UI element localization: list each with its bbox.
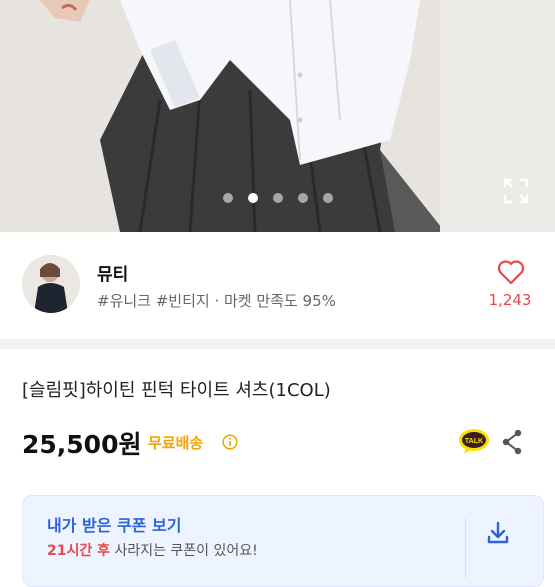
carousel-dot[interactable] [273,193,283,203]
coupon-subtitle-text: 사라지는 쿠폰이 있어요! [110,543,258,559]
product-title: [슬림핏]하이틴 핀턱 타이트 셔츠(1COL) [22,380,331,401]
carousel-dot[interactable] [298,193,308,203]
shop-tags: #유니크 #빈티지 · 마켓 만족도 95% [97,292,336,310]
talk-label: TALK [465,438,483,445]
carousel-dot[interactable] [323,193,333,203]
coupon-deadline: 21시간 후 [47,543,110,559]
coupon-subtitle: 21시간 후 사라지는 쿠폰이 있어요! [47,540,258,560]
like-count: 1,243 [488,291,532,309]
section-divider [0,339,555,349]
shipping-badge: 무료배송 [148,434,204,452]
heart-outline-icon[interactable] [497,259,525,285]
carousel-dot[interactable] [223,193,233,203]
share-icon[interactable] [500,428,524,456]
shop-name[interactable]: 뮤티 [97,260,128,285]
carousel-indicator [0,193,555,205]
download-icon[interactable] [485,520,511,546]
expand-icon[interactable] [503,178,529,204]
coupon-separator [465,518,466,578]
product-photo[interactable] [0,0,555,232]
coupon-banner[interactable]: 내가 받은 쿠폰 보기 21시간 후 사라지는 쿠폰이 있어요! [22,495,544,587]
carousel-dot-active[interactable] [248,193,258,203]
shop-avatar[interactable] [22,255,80,313]
kakaotalk-icon[interactable]: TALK [458,428,490,456]
info-icon[interactable] [222,434,238,450]
product-price: 25,500원 [22,430,142,459]
coupon-title[interactable]: 내가 받은 쿠폰 보기 [47,512,181,536]
